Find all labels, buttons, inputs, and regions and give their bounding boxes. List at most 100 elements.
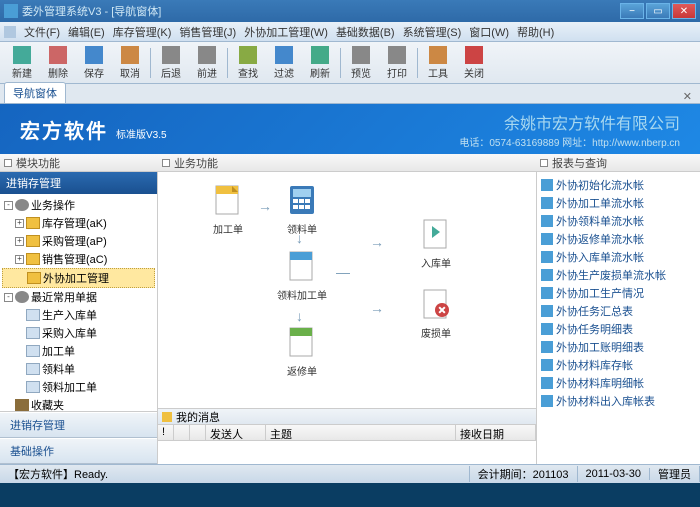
tree-item-1[interactable]: +库存管理(aK) bbox=[2, 214, 155, 232]
msg-col-sender[interactable]: 发送人 bbox=[206, 425, 266, 440]
workflow-fxd[interactable]: 返修单 bbox=[274, 324, 330, 378]
expand-icon[interactable]: + bbox=[15, 255, 24, 264]
sidebar: 进销存管理 -业务操作+库存管理(aK)+采购管理(aP)+销售管理(aC)外协… bbox=[0, 172, 158, 464]
folder-icon bbox=[26, 253, 40, 265]
tool-前进[interactable]: 前进 bbox=[189, 44, 225, 82]
menu-2[interactable]: 库存管理(K) bbox=[113, 24, 172, 40]
report-item-10[interactable]: 外协材料库存帐 bbox=[539, 356, 698, 374]
tool-工具[interactable]: 工具 bbox=[420, 44, 456, 82]
report-item-2[interactable]: 外协领料单流水帐 bbox=[539, 212, 698, 230]
folder-icon bbox=[26, 235, 40, 247]
tree-item-6[interactable]: 生产入库单 bbox=[2, 306, 155, 324]
tool-过滤[interactable]: 过滤 bbox=[266, 44, 302, 82]
msg-col-3[interactable] bbox=[190, 425, 206, 440]
statusbar: 【宏方软件】Ready. 会计期间：201103 2011-03-30 管理员 bbox=[0, 464, 700, 483]
report-item-5[interactable]: 外协生产废损单流水帐 bbox=[539, 266, 698, 284]
tool-后退[interactable]: 后退 bbox=[153, 44, 189, 82]
doc-icon bbox=[210, 182, 246, 218]
menu-4[interactable]: 外协加工管理(W) bbox=[244, 24, 328, 40]
workflow-canvas: 加工单领料单领料加工单入库单废损单返修单→↓—→→↓ bbox=[158, 172, 536, 408]
tree-item-10[interactable]: 领料加工单 bbox=[2, 378, 155, 396]
maximize-button[interactable]: ▭ bbox=[646, 3, 670, 19]
expand-icon[interactable]: - bbox=[4, 293, 13, 302]
tab-nav[interactable]: 导航窗体 bbox=[4, 82, 66, 103]
report-icon bbox=[541, 305, 553, 317]
workflow-jgd[interactable]: 加工单 bbox=[200, 182, 256, 236]
tree-item-9[interactable]: 领料单 bbox=[2, 360, 155, 378]
tree-item-4[interactable]: 外协加工管理 bbox=[2, 268, 155, 288]
tree-item-0[interactable]: -业务操作 bbox=[2, 196, 155, 214]
tab-close-button[interactable]: ✕ bbox=[679, 90, 696, 103]
tool-打印[interactable]: 打印 bbox=[379, 44, 415, 82]
tool-保存[interactable]: 保存 bbox=[76, 44, 112, 82]
menu-6[interactable]: 系统管理(S) bbox=[403, 24, 462, 40]
arrow-icon: → bbox=[258, 198, 272, 214]
close-button[interactable]: ✕ bbox=[672, 3, 696, 19]
tool-删除[interactable]: 删除 bbox=[40, 44, 76, 82]
section-header-right: 报表与查询 bbox=[536, 154, 700, 172]
report-item-0[interactable]: 外协初始化流水帐 bbox=[539, 176, 698, 194]
minimize-button[interactable]: − bbox=[620, 3, 644, 19]
tool-刷新[interactable]: 刷新 bbox=[302, 44, 338, 82]
report-item-3[interactable]: 外协返修单流水帐 bbox=[539, 230, 698, 248]
center-panel: 加工单领料单领料加工单入库单废损单返修单→↓—→→↓ 我的消息 ! 发送人 主题… bbox=[158, 172, 536, 464]
doc-icon bbox=[418, 216, 454, 252]
report-item-12[interactable]: 外协材料出入库帐表 bbox=[539, 392, 698, 410]
nav-tree: -业务操作+库存管理(aK)+采购管理(aP)+销售管理(aC)外协加工管理-最… bbox=[0, 194, 157, 411]
workflow-rkd[interactable]: 入库单 bbox=[408, 216, 464, 270]
control-icon[interactable] bbox=[4, 26, 16, 38]
menu-7[interactable]: 窗口(W) bbox=[469, 24, 509, 40]
menu-8[interactable]: 帮助(H) bbox=[517, 24, 554, 40]
tool-查找[interactable]: 查找 bbox=[230, 44, 266, 82]
expand-icon[interactable]: - bbox=[4, 201, 13, 210]
report-icon bbox=[541, 215, 553, 227]
doc-icon bbox=[418, 286, 454, 322]
msg-col-subject[interactable]: 主题 bbox=[266, 425, 456, 440]
tree-item-5[interactable]: -最近常用单据 bbox=[2, 288, 155, 306]
expand-icon[interactable]: + bbox=[15, 237, 24, 246]
doc-icon bbox=[284, 182, 320, 218]
menu-0[interactable]: 文件(F) bbox=[24, 24, 60, 40]
tree-item-8[interactable]: 加工单 bbox=[2, 342, 155, 360]
report-item-1[interactable]: 外协加工单流水帐 bbox=[539, 194, 698, 212]
workflow-fsd[interactable]: 废损单 bbox=[408, 286, 464, 340]
tool-关闭[interactable]: 关闭 bbox=[456, 44, 492, 82]
report-item-8[interactable]: 外协任务明细表 bbox=[539, 320, 698, 338]
report-item-4[interactable]: 外协入库单流水帐 bbox=[539, 248, 698, 266]
report-icon bbox=[541, 323, 553, 335]
tool-icon bbox=[239, 46, 257, 64]
tree-item-2[interactable]: +采购管理(aP) bbox=[2, 232, 155, 250]
expand-icon[interactable]: + bbox=[15, 219, 24, 228]
sidebar-section-1[interactable]: 基础操作 bbox=[0, 438, 157, 464]
menu-3[interactable]: 销售管理(J) bbox=[179, 24, 236, 40]
msg-col-flag[interactable]: ! bbox=[158, 425, 174, 440]
msg-col-date[interactable]: 接收日期 bbox=[456, 425, 536, 440]
report-item-6[interactable]: 外协加工生产情况 bbox=[539, 284, 698, 302]
message-icon bbox=[162, 412, 172, 422]
banner-logo: 宏方软件 bbox=[20, 115, 108, 144]
tree-item-3[interactable]: +销售管理(aC) bbox=[2, 250, 155, 268]
tool-icon bbox=[13, 46, 31, 64]
workflow-lljgd[interactable]: 领料加工单 bbox=[274, 248, 330, 302]
report-item-7[interactable]: 外协任务汇总表 bbox=[539, 302, 698, 320]
workflow-lld[interactable]: 领料单 bbox=[274, 182, 330, 236]
tool-新建[interactable]: 新建 bbox=[4, 44, 40, 82]
report-item-11[interactable]: 外协材料库明细帐 bbox=[539, 374, 698, 392]
menu-1[interactable]: 编辑(E) bbox=[68, 24, 105, 40]
msg-col-2[interactable] bbox=[174, 425, 190, 440]
report-item-9[interactable]: 外协加工账明细表 bbox=[539, 338, 698, 356]
tool-取消[interactable]: 取消 bbox=[112, 44, 148, 82]
tree-item-11[interactable]: 收藏夹 bbox=[2, 396, 155, 411]
menu-5[interactable]: 基础数据(B) bbox=[336, 24, 395, 40]
status-user: 管理员 bbox=[650, 466, 700, 482]
tree-item-7[interactable]: 采购入库单 bbox=[2, 324, 155, 342]
toolbar: 新建删除保存取消后退前进查找过滤刷新预览打印工具关闭 bbox=[0, 42, 700, 84]
report-panel: 外协初始化流水帐外协加工单流水帐外协领料单流水帐外协返修单流水帐外协入库单流水帐… bbox=[536, 172, 700, 464]
tool-预览[interactable]: 预览 bbox=[343, 44, 379, 82]
message-header: 我的消息 bbox=[158, 409, 536, 425]
sidebar-section-0[interactable]: 进销存管理 bbox=[0, 412, 157, 438]
arrow-icon: → bbox=[370, 234, 384, 250]
people-icon bbox=[15, 399, 29, 411]
arrow-icon: → bbox=[370, 300, 384, 316]
status-date: 2011-03-30 bbox=[578, 468, 650, 480]
